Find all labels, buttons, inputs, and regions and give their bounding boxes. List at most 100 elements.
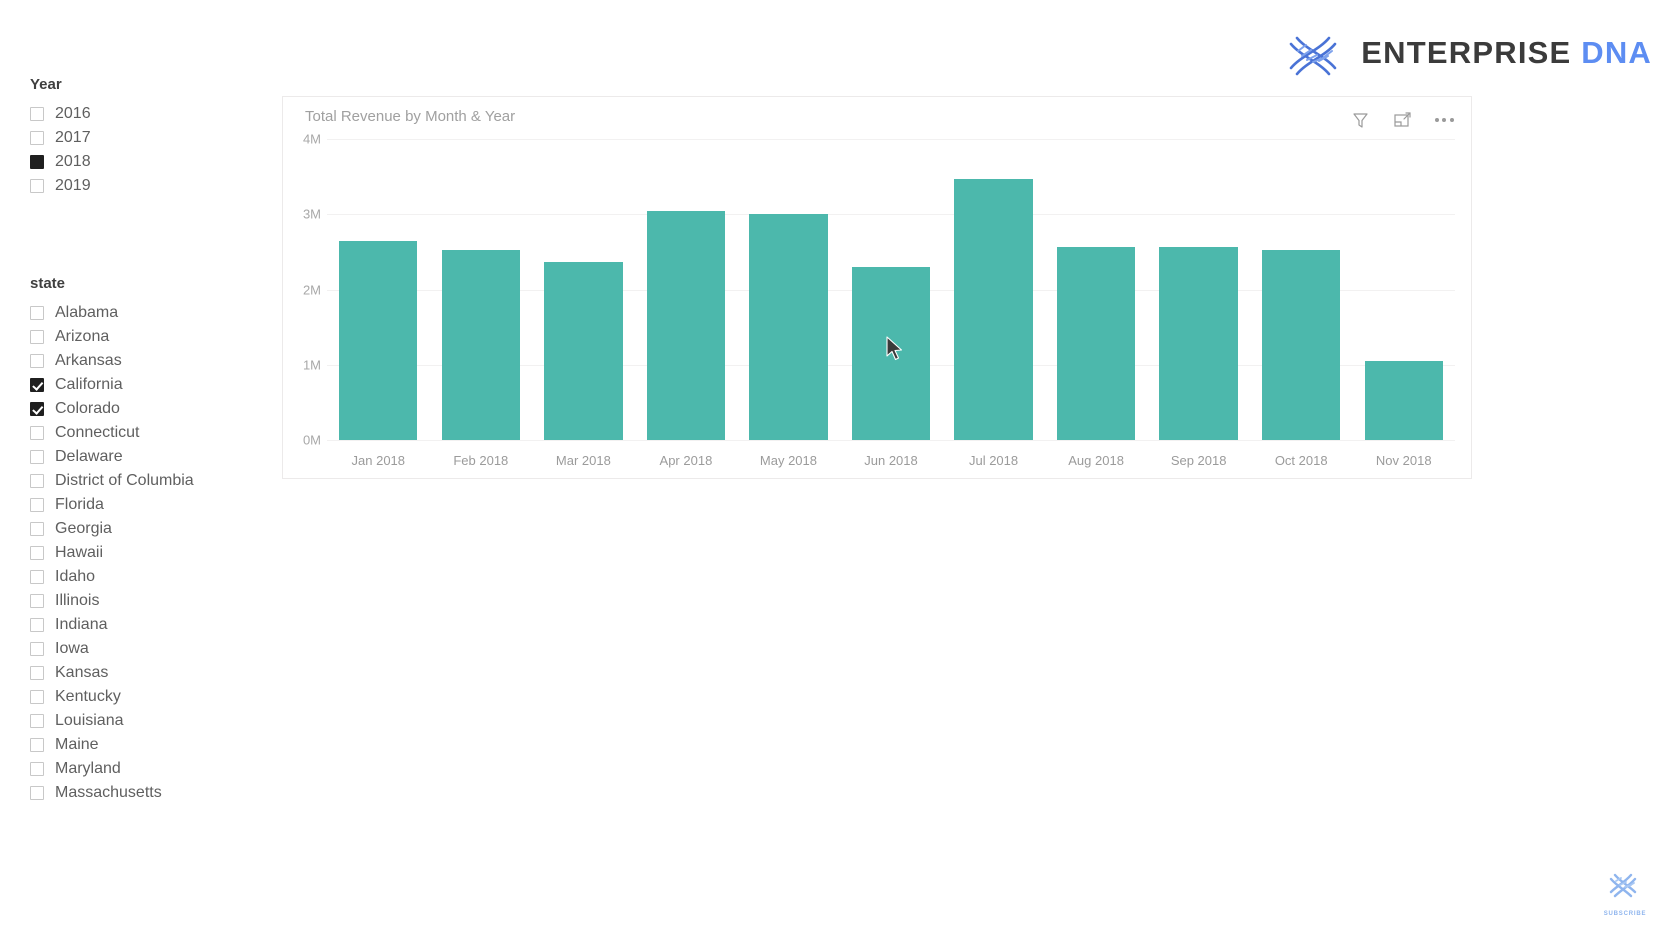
checkbox-icon[interactable] [30, 131, 44, 145]
checkbox-icon[interactable] [30, 450, 44, 464]
y-axis-tick-label: 4M [302, 131, 321, 147]
bar[interactable] [749, 214, 828, 440]
state-item-indiana[interactable]: Indiana [30, 613, 194, 637]
slicer-item-label: 2019 [55, 177, 91, 194]
state-item-louisiana[interactable]: Louisiana [30, 709, 194, 733]
bar[interactable] [1056, 246, 1136, 440]
checkbox-icon[interactable] [30, 570, 44, 584]
slicer-item-label: Arkansas [55, 352, 122, 369]
more-options-icon[interactable] [1433, 109, 1455, 131]
checkbox-icon[interactable] [30, 107, 44, 121]
checkbox-icon[interactable] [30, 714, 44, 728]
x-axis: Jan 2018 Feb 2018 Mar 2018 Apr 2018 May 2018… [327, 442, 1455, 468]
state-slicer-title: state [30, 275, 66, 292]
subscribe-label: SUBSCRIBE [1603, 911, 1647, 917]
slicer-item-label: Colorado [55, 400, 120, 417]
y-axis: 0M 1M 2M 3M 4M [283, 132, 327, 448]
bar[interactable] [1159, 246, 1238, 440]
year-item-2017[interactable]: 2017 [30, 126, 91, 150]
year-slicer-items: 2016 2017 2018 2019 [30, 102, 91, 198]
state-item-massachusetts[interactable]: Massachusetts [30, 781, 194, 805]
checkbox-icon[interactable] [30, 546, 44, 560]
state-item-california[interactable]: California [30, 373, 194, 397]
state-item-idaho[interactable]: Idaho [30, 565, 194, 589]
state-item-arkansas[interactable]: Arkansas [30, 349, 194, 373]
state-item-hawaii[interactable]: Hawaii [30, 541, 194, 565]
checkbox-icon[interactable] [30, 762, 44, 776]
state-item-delaware[interactable]: Delaware [30, 445, 194, 469]
x-axis-tick-label: Nov 2018 [1375, 453, 1432, 468]
slicer-item-label: Louisiana [55, 712, 124, 729]
slicer-item-label: Indiana [55, 616, 108, 633]
checkbox-icon[interactable] [30, 402, 44, 416]
state-item-kentucky[interactable]: Kentucky [30, 685, 194, 709]
state-item-florida[interactable]: Florida [30, 493, 194, 517]
x-axis-tick-label: Aug 2018 [1068, 453, 1124, 468]
checkbox-icon[interactable] [30, 354, 44, 368]
checkbox-icon[interactable] [30, 690, 44, 704]
slicer-item-label: Alabama [55, 304, 119, 321]
checkbox-icon[interactable] [30, 786, 44, 800]
bar-slot [635, 139, 738, 440]
bar[interactable] [441, 250, 521, 440]
bar[interactable] [851, 266, 931, 440]
state-item-colorado[interactable]: Colorado [30, 397, 194, 421]
checkbox-icon[interactable] [30, 738, 44, 752]
x-axis-tick-label: Jan 2018 [351, 453, 406, 468]
bar-slot [840, 139, 943, 440]
chart-card-header: Total Revenue by Month & Year [283, 97, 1471, 139]
slicer-item-label: 2016 [55, 105, 91, 122]
checkbox-icon[interactable] [30, 498, 44, 512]
state-item-district-of-columbia[interactable]: District of Columbia [30, 469, 194, 493]
bar-slot [532, 139, 635, 440]
checkbox-icon[interactable] [30, 522, 44, 536]
brand-name-primary: ENTERPRISE [1361, 35, 1572, 70]
focus-mode-icon[interactable] [1391, 109, 1413, 131]
x-axis-tick-label: Mar 2018 [555, 453, 611, 468]
state-item-iowa[interactable]: Iowa [30, 637, 194, 661]
checkbox-icon[interactable] [30, 378, 44, 392]
checkbox-icon[interactable] [30, 426, 44, 440]
checkbox-icon[interactable] [30, 474, 44, 488]
year-item-2019[interactable]: 2019 [30, 174, 91, 198]
state-item-maryland[interactable]: Maryland [30, 757, 194, 781]
state-item-illinois[interactable]: Illinois [30, 589, 194, 613]
slicer-item-label: Maryland [55, 760, 121, 777]
checkbox-icon[interactable] [30, 642, 44, 656]
year-item-2018[interactable]: 2018 [30, 150, 91, 174]
y-axis-tick-label: 1M [302, 357, 321, 373]
checkbox-icon[interactable] [30, 179, 44, 193]
year-slicer-title: Year [30, 76, 62, 93]
checkbox-icon[interactable] [30, 666, 44, 680]
state-item-maine[interactable]: Maine [30, 733, 194, 757]
slicer-item-label: Maine [55, 736, 99, 753]
bar[interactable] [544, 261, 623, 440]
bar-slot [1250, 139, 1353, 440]
subscribe-watermark[interactable]: SUBSCRIBE [1590, 865, 1660, 917]
y-axis-tick-label: 3M [302, 206, 321, 222]
bar[interactable] [1364, 361, 1443, 440]
slicer-item-label: California [55, 376, 123, 393]
state-item-georgia[interactable]: Georgia [30, 517, 194, 541]
checkbox-icon[interactable] [30, 155, 44, 169]
x-axis-tick-label: Oct 2018 [1274, 453, 1328, 468]
checkbox-icon[interactable] [30, 594, 44, 608]
year-slicer: Year 2016 2017 2018 2019 [30, 76, 91, 198]
checkbox-icon[interactable] [30, 330, 44, 344]
dna-helix-icon [1609, 873, 1637, 898]
state-item-kansas[interactable]: Kansas [30, 661, 194, 685]
year-item-2016[interactable]: 2016 [30, 102, 91, 126]
checkbox-icon[interactable] [30, 618, 44, 632]
brand-name-secondary: DNA [1581, 35, 1652, 70]
state-item-arizona[interactable]: Arizona [30, 325, 194, 349]
bar[interactable] [646, 210, 726, 440]
bar-slot [1352, 139, 1455, 440]
filter-icon[interactable] [1349, 109, 1371, 131]
state-item-connecticut[interactable]: Connecticut [30, 421, 194, 445]
state-item-alabama[interactable]: Alabama [30, 301, 194, 325]
checkbox-icon[interactable] [30, 306, 44, 320]
bar[interactable] [1261, 250, 1341, 440]
bar[interactable] [339, 240, 418, 440]
slicer-item-label: Iowa [55, 640, 89, 657]
bar[interactable] [954, 178, 1033, 440]
